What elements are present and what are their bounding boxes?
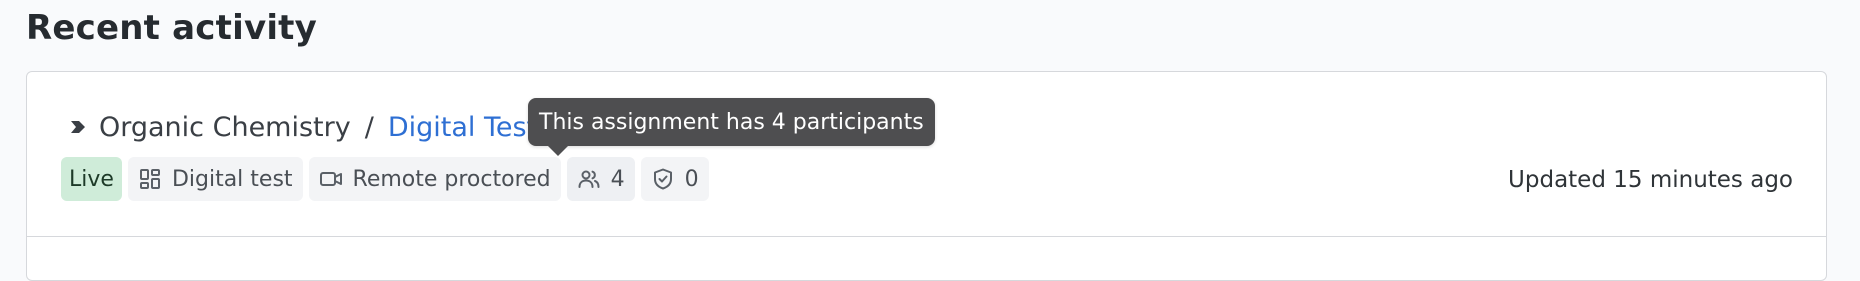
participants-tag[interactable]: 4: [566, 157, 635, 201]
section-title: Recent activity: [26, 8, 317, 48]
course-link[interactable]: Organic Chemistry: [99, 112, 351, 143]
shield-check-icon: [651, 167, 675, 191]
chevron-tag-icon: [69, 118, 87, 136]
tooltip-arrow: [548, 146, 568, 156]
assignment-tags: Live Digital test Remote proctored 4 0: [61, 157, 709, 201]
participants-count: 4: [610, 166, 625, 192]
assignment-type-label: Digital test: [171, 166, 293, 192]
video-camera-icon: [319, 167, 343, 191]
assignment-type-tag: Digital test: [127, 157, 303, 201]
card-divider: [27, 236, 1826, 237]
proctoring-label: Remote proctored: [352, 166, 551, 192]
breadcrumb-separator: /: [364, 111, 374, 143]
dashboard-grid-icon: [138, 167, 162, 191]
proctoring-tag: Remote proctored: [308, 157, 561, 201]
people-icon: [577, 167, 601, 191]
status-badge: Live: [61, 157, 122, 201]
submissions-tag[interactable]: 0: [640, 157, 709, 201]
updated-timestamp: Updated 15 minutes ago: [1508, 167, 1793, 193]
submissions-count: 0: [684, 166, 699, 192]
assignment-link[interactable]: Digital Test: [388, 112, 537, 143]
participants-tooltip: This assignment has 4 participants: [528, 98, 935, 146]
